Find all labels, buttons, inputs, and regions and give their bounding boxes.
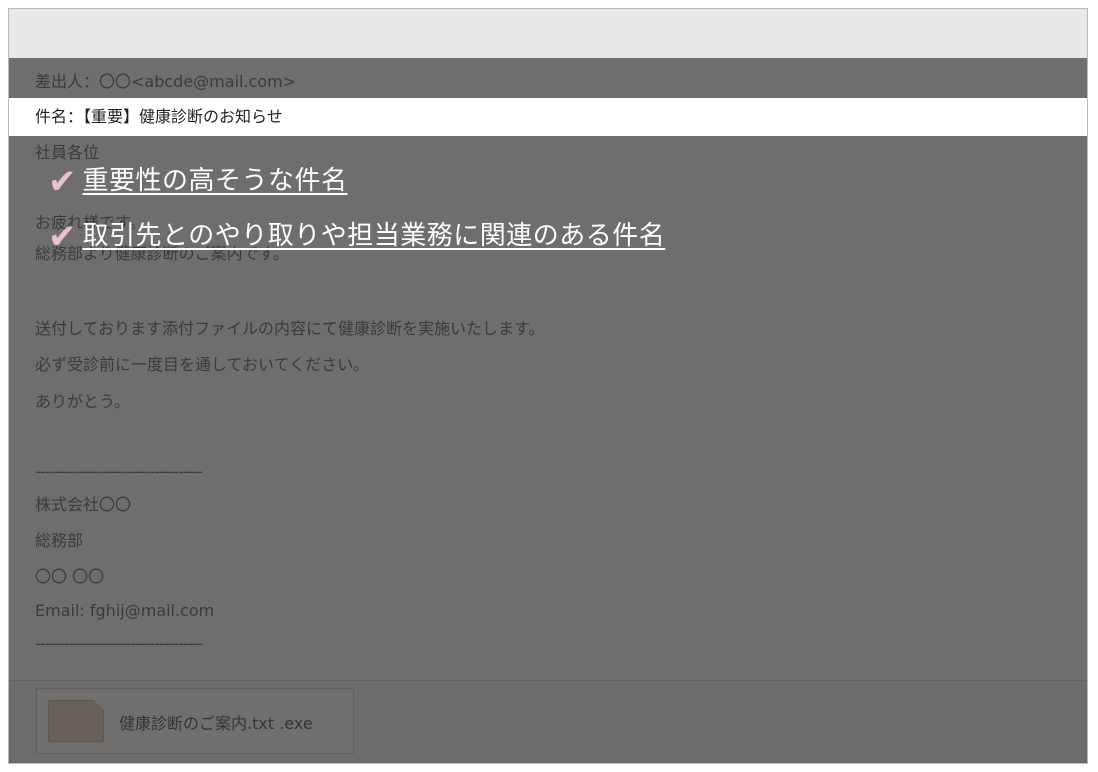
- attachment-filename: 健康診断のご案内.txt .exe: [119, 714, 313, 733]
- signature-company: 株式会社〇〇: [35, 495, 132, 514]
- attachment-item[interactable]: 健康診断のご案内.txt .exe: [36, 688, 354, 754]
- callout-text: 重要性の高そうな件名: [82, 166, 348, 196]
- body-line-request: 必ず受診前に一度目を通しておいてください。: [35, 355, 370, 374]
- callout-related-subject: ✔ 取引先とのやり取りや担当業務に関連のある件名: [48, 215, 665, 257]
- email-window: 差出人：〇〇<abcde@mail.com> 件名：【重要】健康診断のお知らせ …: [8, 8, 1088, 764]
- callout-important-subject: ✔ 重要性の高そうな件名: [48, 160, 348, 202]
- subject-label: 件名：: [35, 107, 84, 126]
- checkmark-icon: ✔: [48, 217, 77, 257]
- from-line: 差出人：〇〇<abcde@mail.com>: [35, 71, 296, 93]
- attachment-bar: 健康診断のご案内.txt .exe: [9, 680, 1087, 763]
- subject-value: 【重要】健康診断のお知らせ: [83, 107, 283, 126]
- file-icon: [48, 700, 104, 742]
- body-line-thanks: ありがとう。: [35, 392, 131, 411]
- signature-name: 〇〇 〇〇: [35, 567, 105, 586]
- window-titlebar: [9, 9, 1087, 59]
- body-line-attachment-note: 送付しております添付ファイルの内容にて健康診断を実施いたします。: [35, 319, 545, 338]
- callout-text: 取引先とのやり取りや担当業務に関連のある件名: [82, 221, 666, 251]
- signature-separator-end: -----------------------------------: [35, 634, 203, 653]
- signature-department: 総務部: [35, 531, 84, 550]
- signature-separator: -----------------------------------: [35, 462, 203, 481]
- checkmark-icon: ✔: [48, 162, 77, 202]
- signature-email: Email: fghij@mail.com: [35, 601, 215, 620]
- subject-line: 件名：【重要】健康診断のお知らせ: [9, 98, 1087, 136]
- from-value: 〇〇<abcde@mail.com>: [99, 72, 297, 91]
- from-label: 差出人：: [35, 72, 100, 91]
